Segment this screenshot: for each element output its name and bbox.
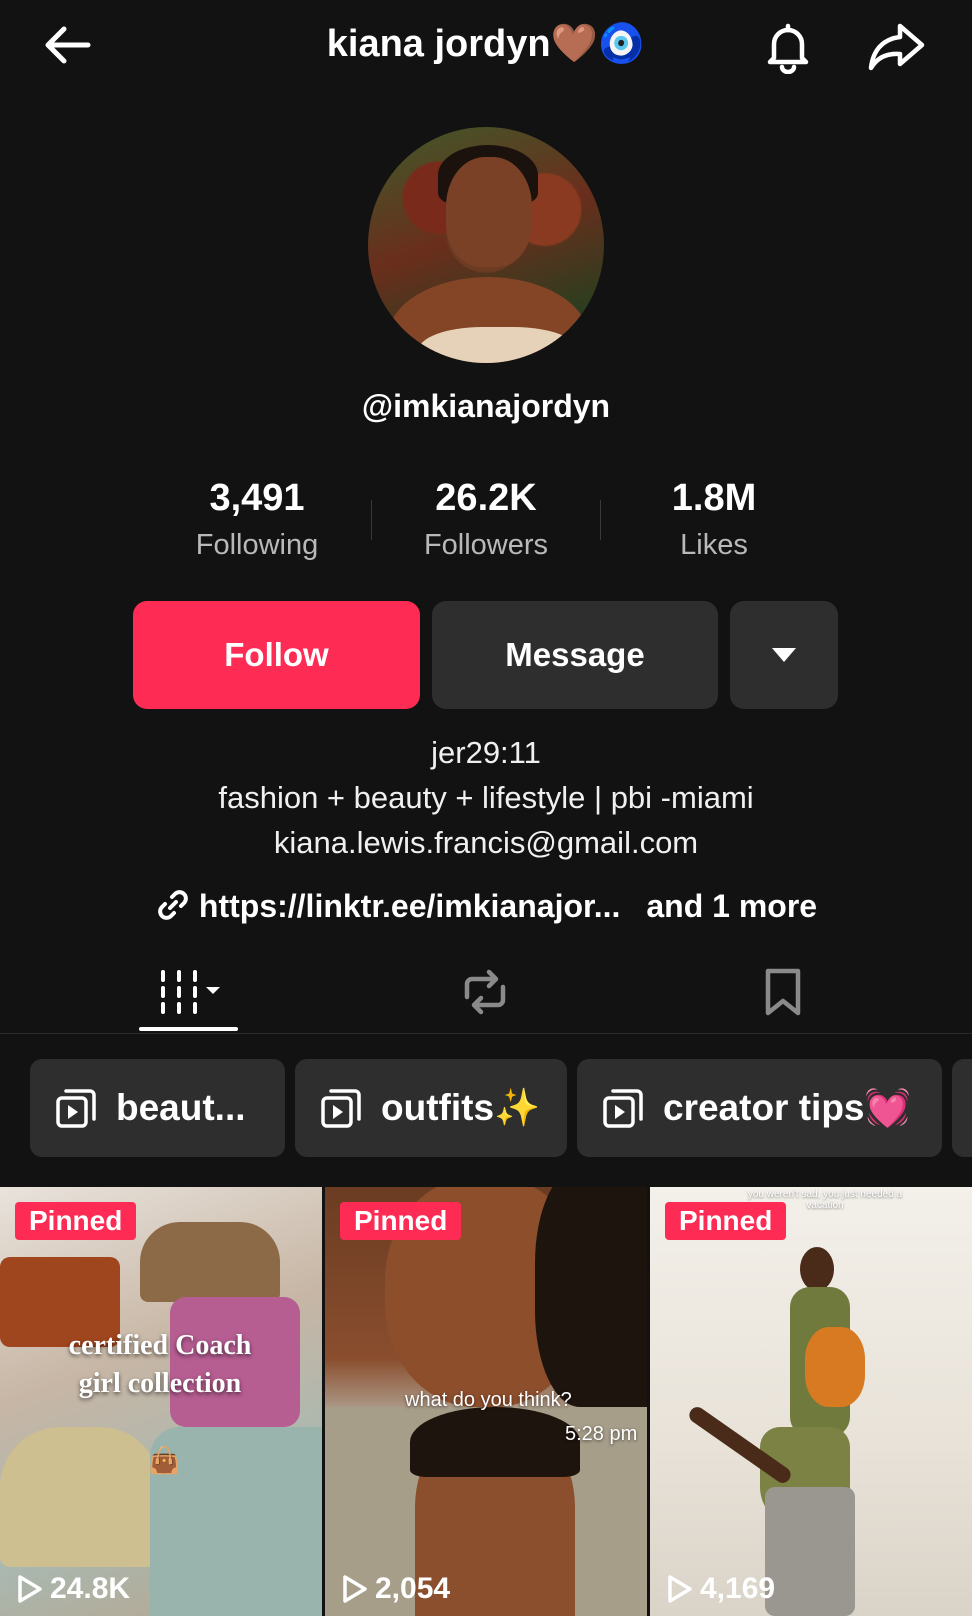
stat-likes-value: 1.8M [671, 477, 757, 519]
playlist-label: creator tips💓 [663, 1086, 911, 1128]
playlists-row: beaut... outfits✨ creator tips💓 [0, 1059, 972, 1159]
video-grid: certified Coach girl collection 👜 Pinned… [0, 1187, 972, 1616]
pinned-badge: Pinned [15, 1202, 137, 1240]
bell-icon [767, 23, 809, 75]
grid-icon [161, 970, 220, 1014]
profile-display-name: kiana jordyn🤎🧿 [326, 23, 646, 65]
follow-button[interactable]: Follow [133, 601, 420, 709]
profile-stats: 3,491 Following 26.2K Followers 1.8M Lik… [0, 475, 972, 575]
pinned-badge: Pinned [340, 1202, 462, 1240]
profile-avatar[interactable] [368, 127, 604, 363]
play-icon [343, 1575, 367, 1603]
suggested-accounts-button[interactable] [730, 601, 838, 709]
video-thumbnail[interactable]: you weren't sad, you just needed a vacat… [650, 1187, 972, 1616]
playlist-chip[interactable] [952, 1059, 972, 1157]
bag-shape [0, 1427, 160, 1567]
profile-link[interactable]: https://linktr.ee/imkianajor... [199, 888, 620, 924]
video-overlay-text: certified Coach girl collection [68, 1330, 252, 1399]
video-time: 5:28 pm [565, 1423, 638, 1445]
bag-emoji: 👜 [148, 1445, 181, 1475]
bio-line: fashion + beauty + lifestyle | pbi -miam… [218, 780, 754, 815]
view-count-value: 2,054 [375, 1572, 451, 1605]
top-bar: kiana jordyn🤎🧿 [0, 0, 972, 90]
bio-email: kiana.lewis.francis@gmail.com [273, 825, 699, 860]
tab-reposts[interactable] [425, 950, 545, 1034]
profile-bio: jer29:11 fashion + beauty + lifestyle | … [0, 730, 972, 865]
caret-down-icon [772, 648, 796, 662]
stat-following-value: 3,491 [209, 477, 305, 519]
stat-followers[interactable]: 26.2K Followers [386, 475, 586, 562]
pinned-badge: Pinned [665, 1202, 787, 1240]
figure-bag [805, 1327, 865, 1407]
share-arrow-icon [868, 23, 925, 71]
stat-divider [371, 500, 372, 540]
playlist-chip[interactable]: beaut... [30, 1059, 285, 1157]
playlist-icon [321, 1089, 361, 1128]
play-icon [668, 1575, 692, 1603]
avatar-photo-face [446, 157, 532, 267]
hair-shape [535, 1187, 647, 1407]
view-count-value: 24.8K [50, 1572, 131, 1605]
stat-likes[interactable]: 1.8M Likes [614, 475, 814, 562]
playlist-icon [603, 1089, 643, 1128]
share-button[interactable] [866, 20, 926, 72]
message-button[interactable]: Message [432, 601, 718, 709]
stat-followers-label: Followers [423, 529, 549, 561]
repost-icon [464, 969, 506, 1015]
figure-head [800, 1247, 834, 1291]
stat-likes-label: Likes [680, 529, 748, 561]
avatar-photo-top [418, 327, 578, 363]
notification-bell-button[interactable] [760, 18, 816, 75]
play-icon [18, 1575, 42, 1603]
profile-handle: @imkianajordyn [361, 388, 611, 424]
stat-following[interactable]: 3,491 Following [157, 475, 357, 562]
playlist-chip[interactable]: outfits✨ [295, 1059, 567, 1157]
suitcase-shape [765, 1487, 855, 1616]
stat-divider [600, 500, 601, 540]
stat-following-label: Following [195, 529, 319, 561]
view-count: 4,169 [666, 1572, 775, 1606]
hair-shape [410, 1407, 580, 1477]
tab-videos[interactable] [129, 950, 249, 1034]
stat-followers-value: 26.2K [435, 477, 537, 519]
video-caption: what do you think? [405, 1389, 572, 1411]
playlist-label: beaut... [116, 1087, 246, 1128]
bag-shape [140, 1222, 280, 1302]
tab-saved[interactable] [723, 950, 843, 1034]
profile-link-row: https://linktr.ee/imkianajor... and 1 mor… [0, 887, 972, 925]
video-thumbnail[interactable]: certified Coach girl collection 👜 Pinned… [0, 1187, 322, 1616]
content-tabs [0, 950, 972, 1034]
view-count-value: 4,169 [700, 1572, 776, 1605]
bookmark-icon [765, 968, 801, 1016]
playlist-chip[interactable]: creator tips💓 [577, 1059, 942, 1157]
active-tab-indicator [139, 1027, 238, 1031]
link-icon [158, 890, 188, 920]
playlist-icon [56, 1089, 96, 1128]
view-count: 2,054 [341, 1572, 450, 1606]
video-thumbnail[interactable]: what do you think? 5:28 pm Pinned 2,054 [325, 1187, 647, 1616]
bio-line: jer29:11 [431, 735, 541, 770]
playlist-label: outfits✨ [381, 1086, 541, 1128]
more-links-button[interactable]: and 1 more [646, 888, 817, 924]
view-count: 24.8K [16, 1572, 130, 1606]
